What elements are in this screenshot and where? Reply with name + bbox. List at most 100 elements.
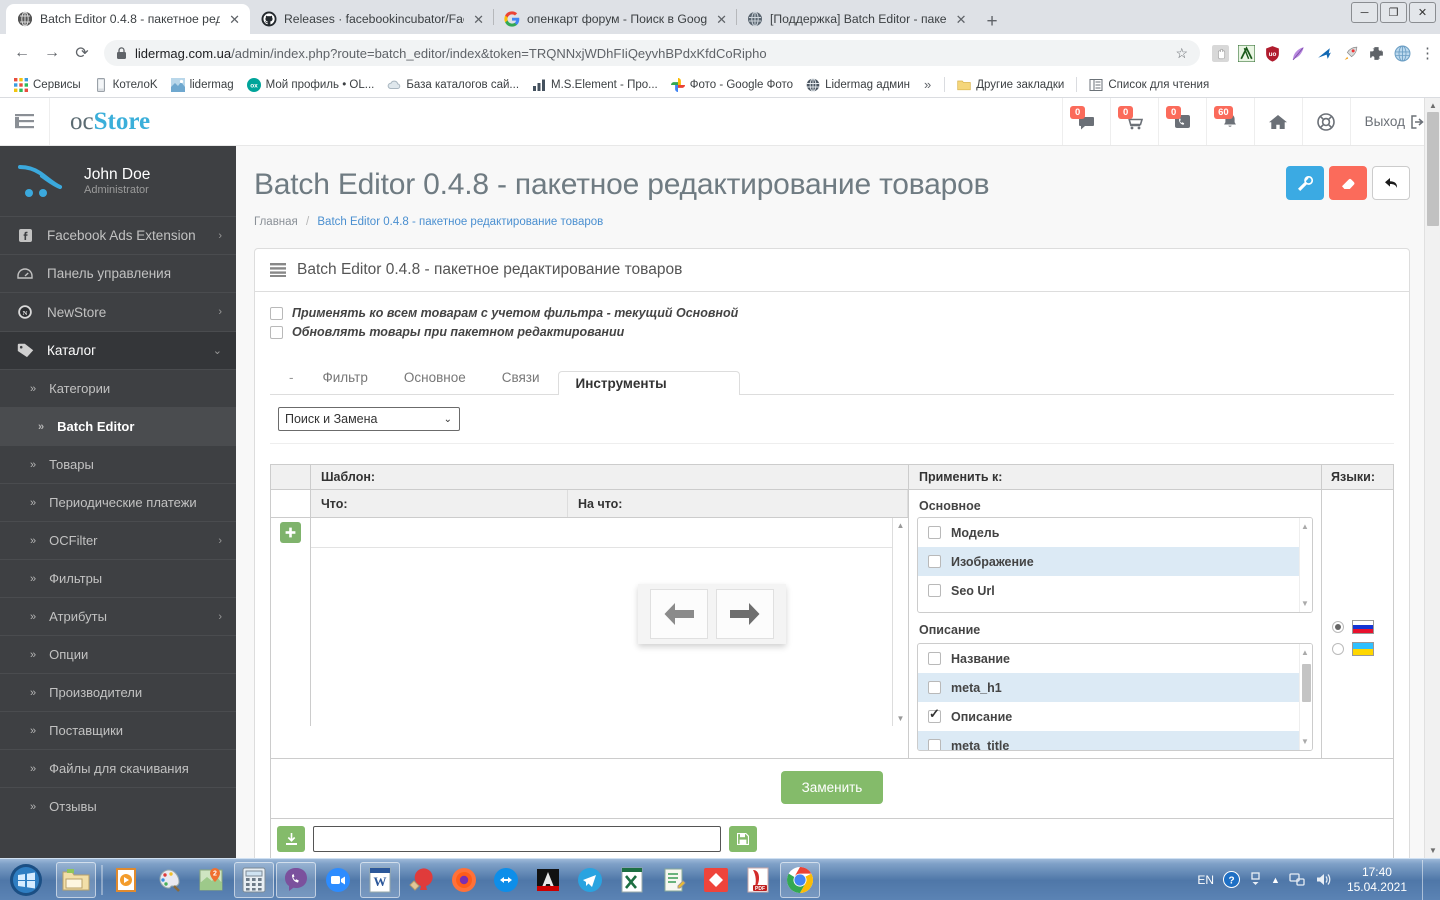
xmarks-icon[interactable]: [1238, 44, 1255, 62]
apply-to-list-description[interactable]: Название meta_h1 Описание: [917, 643, 1313, 751]
other-bookmarks-item[interactable]: Другие закладки: [952, 76, 1069, 94]
sidebar-item-reviews[interactable]: » Отзывы: [0, 787, 236, 825]
arrow-blue-icon[interactable]: [1316, 45, 1333, 62]
list-scroll-down-icon[interactable]: ▼: [1301, 599, 1309, 608]
back-button[interactable]: [1372, 166, 1410, 200]
sidebar-item-suppliers[interactable]: » Поставщики: [0, 711, 236, 749]
field-checkbox[interactable]: [928, 652, 941, 665]
option-update-row[interactable]: Обновлять товары при пакетном редактиров…: [270, 325, 1394, 339]
list-scroll-down-icon[interactable]: ▼: [1301, 737, 1309, 746]
cart-icon-button[interactable]: 0: [1109, 98, 1158, 145]
explorer-icon[interactable]: [56, 861, 96, 898]
breadcrumb-home[interactable]: Главная: [254, 216, 298, 228]
list-scrollbar[interactable]: ▲ ▼: [1299, 518, 1312, 612]
list-item[interactable]: Описание: [918, 702, 1312, 731]
media-player-icon[interactable]: [108, 862, 148, 898]
minimize-button[interactable]: ─: [1351, 2, 1378, 23]
settings-wrench-button[interactable]: [1286, 166, 1324, 200]
list-scroll-up-icon[interactable]: ▲: [1301, 648, 1309, 657]
list-item[interactable]: Модель: [918, 518, 1312, 547]
bookmark-star-icon[interactable]: ☆: [1175, 45, 1188, 62]
grid-scroll-up-icon[interactable]: ▲: [897, 521, 905, 530]
bookmark-item[interactable]: ox Мой профиль • OL...: [242, 76, 380, 94]
show-desktop-button[interactable]: [1422, 859, 1434, 900]
notepad-icon[interactable]: [654, 862, 694, 898]
bookmark-item[interactable]: Сервисы: [9, 76, 86, 94]
option-apply-all-row[interactable]: Применять ко всем товарам с учетом фильт…: [270, 306, 1394, 320]
paint-icon[interactable]: [150, 862, 190, 898]
grid-scroll-down-icon[interactable]: ▼: [897, 714, 905, 723]
pdf-icon[interactable]: PDF: [738, 862, 778, 898]
clear-eraser-button[interactable]: [1329, 166, 1367, 200]
puzzle-icon[interactable]: [1368, 45, 1385, 62]
option-update-checkbox[interactable]: [270, 325, 283, 339]
option-apply-all-checkbox[interactable]: [270, 306, 283, 320]
browser-tab[interactable]: опенкарт форум - Поиск в Goog ✕: [493, 4, 737, 34]
bookmark-item[interactable]: Фото - Google Фото: [666, 76, 798, 94]
start-button[interactable]: [2, 860, 50, 900]
sidebar-item-downloads[interactable]: » Файлы для скачивания: [0, 749, 236, 787]
maps-icon[interactable]: 2: [192, 862, 232, 898]
tool-select[interactable]: Поиск и Замена ⌄: [278, 407, 460, 431]
hand-icon[interactable]: [1212, 44, 1229, 62]
network-icon[interactable]: [1289, 872, 1306, 887]
bookmark-item[interactable]: M.S.Element - Про...: [527, 76, 663, 94]
language-radio[interactable]: [1332, 643, 1344, 655]
close-window-button[interactable]: ✕: [1409, 2, 1436, 23]
list-item[interactable]: meta_h1: [918, 673, 1312, 702]
tab-close-icon[interactable]: ✕: [471, 13, 486, 26]
bell-icon-button[interactable]: 60: [1205, 98, 1254, 145]
replace-button[interactable]: Заменить: [780, 771, 884, 804]
sidebar-item-options[interactable]: » Опции: [0, 635, 236, 673]
show-hidden-icons[interactable]: ▲: [1271, 875, 1280, 885]
new-tab-button[interactable]: +: [987, 12, 998, 31]
list-scrollbar[interactable]: ▲ ▼: [1299, 644, 1312, 750]
sidebar-item-catalog[interactable]: Каталог ⌄: [0, 331, 236, 369]
firefox-icon[interactable]: [444, 862, 484, 898]
volume-icon[interactable]: [1315, 872, 1332, 887]
field-checkbox[interactable]: [928, 555, 941, 568]
tab-main[interactable]: Основное: [386, 359, 484, 395]
viber-icon[interactable]: [276, 861, 316, 898]
browser-tab[interactable]: Releases · facebookincubator/Fac ✕: [250, 4, 494, 34]
grid-scrollbar[interactable]: ▲ ▼: [892, 518, 908, 726]
globe-icon[interactable]: [1394, 45, 1411, 62]
sidebar-item-facebook-ads[interactable]: Facebook Ads Extension ›: [0, 216, 236, 254]
ublock-icon[interactable]: uo: [1264, 45, 1281, 62]
maximize-button[interactable]: ❐: [1380, 2, 1407, 23]
address-bar[interactable]: lidermag.com.ua/admin/index.php?route=ba…: [104, 40, 1200, 66]
table-row[interactable]: [280, 518, 892, 548]
rocket-icon[interactable]: [1342, 45, 1359, 62]
sidebar-item-products[interactable]: » Товары: [0, 445, 236, 483]
field-checkbox[interactable]: [928, 584, 941, 597]
tab-close-icon[interactable]: ✕: [714, 13, 729, 26]
list-item[interactable]: Название: [918, 644, 1312, 673]
tab-tools[interactable]: Инструменты: [557, 371, 740, 395]
add-row-button[interactable]: [280, 522, 301, 543]
teamviewer-icon[interactable]: [486, 862, 526, 898]
excel-icon[interactable]: [612, 862, 652, 898]
taskbar-clock[interactable]: 17:40 15.04.2021: [1341, 865, 1413, 895]
page-scroll-down-icon[interactable]: ▼: [1429, 846, 1437, 855]
list-scroll-up-icon[interactable]: ▲: [1301, 522, 1309, 531]
sidebar-item-categories[interactable]: » Категории: [0, 369, 236, 407]
autocad-icon[interactable]: [528, 862, 568, 898]
previous-button[interactable]: [650, 589, 708, 639]
download-template-button[interactable]: [277, 826, 305, 852]
anydesk-icon[interactable]: [696, 862, 736, 898]
list-item[interactable]: meta_title: [918, 731, 1312, 750]
calculator-icon[interactable]: [234, 861, 274, 898]
lifebuoy-icon-button[interactable]: [1301, 98, 1350, 145]
sidebar-item-batch-editor[interactable]: » Batch Editor: [0, 407, 236, 445]
field-checkbox[interactable]: [928, 526, 941, 539]
sidebar-item-manufacturers[interactable]: » Производители: [0, 673, 236, 711]
word-icon[interactable]: W: [360, 861, 400, 898]
field-checkbox[interactable]: [928, 681, 941, 694]
chrome-icon[interactable]: [780, 861, 820, 898]
phone-icon-button[interactable]: 0: [1157, 98, 1206, 145]
list-scroll-thumb[interactable]: [1302, 664, 1311, 702]
bookmark-item[interactable]: База каталогов сай...: [382, 76, 524, 94]
hidden-icons[interactable]: [1249, 872, 1262, 887]
save-template-button[interactable]: [729, 826, 757, 852]
bookmark-item[interactable]: lidermag: [166, 76, 239, 94]
